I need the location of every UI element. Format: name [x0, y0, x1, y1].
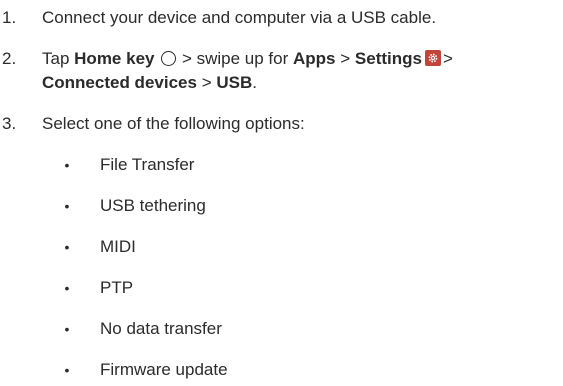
step-text-line-2: Connected devices > USB. — [42, 72, 560, 94]
option-no-data-transfer: No data transfer — [100, 319, 222, 338]
step-text: Connect your device and computer via a U… — [42, 8, 437, 27]
home-key-label: Home key — [74, 49, 155, 68]
instructions-page: 1. Connect your device and computer via … — [0, 0, 563, 386]
bullet: • — [64, 280, 70, 296]
option-ptp: PTP — [100, 278, 134, 297]
bullet: • — [64, 198, 70, 214]
step-number: 2. — [2, 49, 17, 68]
option-firmware-update: Firmware update — [100, 360, 228, 379]
gear-icon — [424, 50, 441, 66]
option-midi: MIDI — [100, 237, 136, 256]
connected-devices-label: Connected devices — [42, 73, 197, 92]
step-number: 1. — [2, 8, 17, 27]
option-usb-tethering: USB tethering — [100, 196, 206, 215]
period: . — [252, 73, 257, 92]
bullet: • — [64, 157, 70, 173]
bullet: • — [64, 321, 70, 337]
step-text: Select one of the following options: — [42, 114, 305, 133]
option-file-transfer: File Transfer — [100, 155, 195, 174]
bullet: • — [64, 362, 70, 378]
settings-label: Settings — [354, 49, 422, 68]
step-number: 3. — [2, 114, 17, 133]
apps-label: Apps — [293, 49, 336, 68]
tap-text: Tap — [42, 49, 70, 68]
swipe-text: > swipe up for — [181, 49, 289, 68]
usb-label: USB — [216, 73, 253, 92]
separator: > — [442, 49, 453, 68]
separator: > — [201, 73, 212, 92]
circle-outline-icon — [161, 51, 177, 66]
step-text-line-1: Tap Home key > swipe up for Apps > Setti… — [42, 48, 560, 70]
separator: > — [340, 49, 351, 68]
bullet: • — [64, 239, 70, 255]
